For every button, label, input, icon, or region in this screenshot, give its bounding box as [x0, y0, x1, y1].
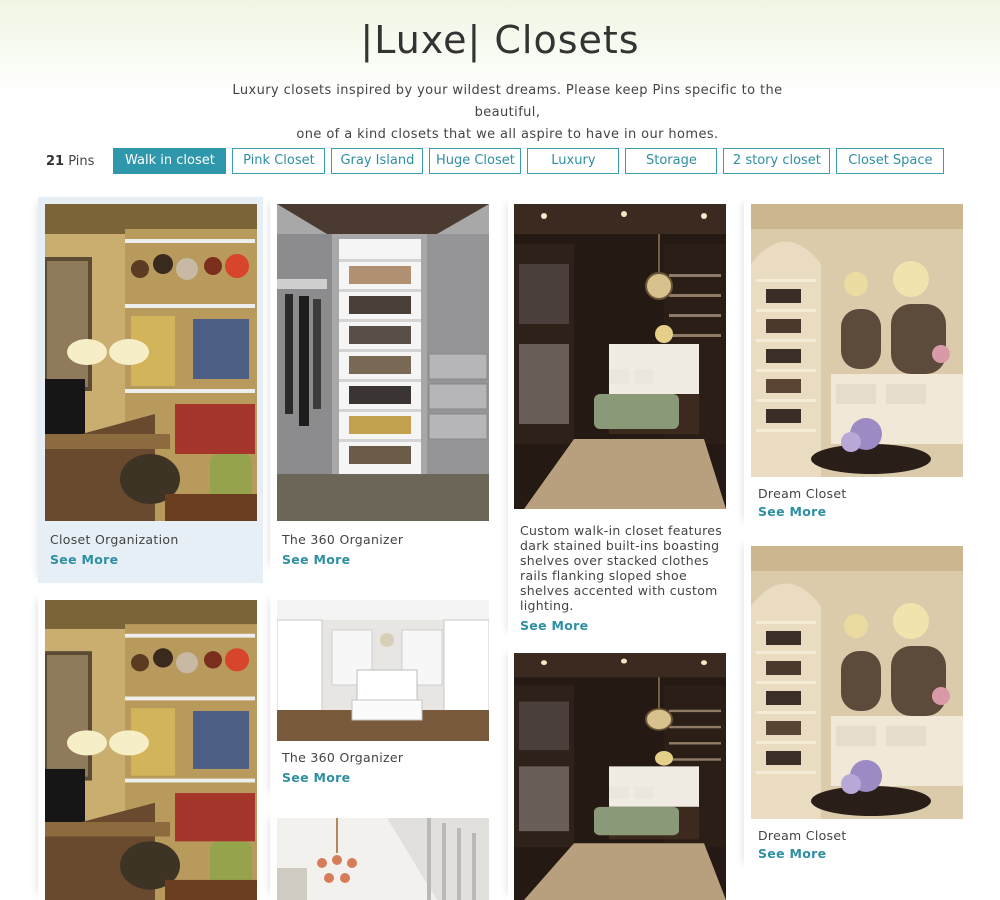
pin-caption: The 360 Organizer — [282, 750, 404, 765]
filter-chip-luxury[interactable]: Luxury — [527, 148, 620, 174]
pin-image-rotating-shoe-tower[interactable] — [277, 204, 489, 521]
pin-image-dark-walk-in-closet[interactable] — [514, 653, 726, 900]
pin-image-reach-in-closet[interactable] — [45, 204, 257, 521]
filter-chip-huge-closet[interactable]: Huge Closet — [429, 148, 522, 174]
board-title: |Luxe| Closets — [360, 18, 640, 62]
filter-chip-storage[interactable]: Storage — [625, 148, 718, 174]
filter-chip-pink-closet[interactable]: Pink Closet — [232, 148, 326, 174]
filter-bar: 21 Pins Walk in closet Pink Closet Gray … — [46, 148, 950, 174]
pin-caption: Closet Organization — [50, 532, 179, 547]
pin-card[interactable]: Dream Closet See More — [744, 197, 969, 527]
pin-card[interactable] — [508, 647, 733, 900]
board-page: |Luxe| Closets Luxury closets inspired b… — [0, 0, 1000, 900]
see-more-link[interactable]: See More — [758, 504, 826, 519]
pin-card[interactable]: Closet Organization See More — [38, 197, 263, 583]
filter-chip-2-story-closet[interactable]: 2 story closet — [723, 148, 831, 174]
pin-count: 21 Pins — [46, 154, 94, 169]
pin-card[interactable]: Custom walk-in closet features dark stai… — [508, 197, 733, 637]
pin-caption: The 360 Organizer — [282, 532, 404, 547]
pin-count-label: Pins — [68, 153, 95, 169]
pin-image-ornate-dream-closet[interactable] — [751, 546, 963, 819]
pin-image-ornate-dream-closet[interactable] — [751, 204, 963, 477]
pin-card[interactable] — [38, 594, 263, 900]
pin-image-chandelier-closet[interactable] — [277, 818, 489, 900]
pin-card[interactable]: The 360 Organizer See More — [270, 593, 495, 798]
board-description-line-1: Luxury closets inspired by your wildest … — [232, 83, 783, 120]
filter-chip-gray-island[interactable]: Gray Island — [331, 148, 424, 174]
pin-caption: Custom walk-in closet features dark stai… — [520, 523, 723, 613]
pin-count-number: 21 — [46, 153, 65, 169]
see-more-link[interactable]: See More — [282, 552, 350, 567]
see-more-link[interactable]: See More — [520, 618, 588, 633]
filter-chip-walk-in-closet[interactable]: Walk in closet — [113, 148, 227, 174]
see-more-link[interactable]: See More — [758, 846, 826, 861]
pin-card[interactable] — [270, 812, 495, 900]
pin-card[interactable]: Dream Closet See More — [744, 539, 969, 869]
pin-image-reach-in-closet[interactable] — [45, 600, 257, 900]
pin-caption: Dream Closet — [758, 828, 847, 843]
pin-caption: Dream Closet — [758, 486, 847, 501]
board-description-line-2: one of a kind closets that we all aspire… — [296, 127, 719, 142]
board-description: Luxury closets inspired by your wildest … — [200, 80, 815, 146]
pin-image-white-walk-in-closet[interactable] — [277, 600, 489, 741]
pin-card[interactable]: The 360 Organizer See More — [270, 197, 495, 572]
filter-chip-closet-space[interactable]: Closet Space — [836, 148, 945, 174]
see-more-link[interactable]: See More — [50, 552, 118, 567]
see-more-link[interactable]: See More — [282, 770, 350, 785]
pin-image-dark-walk-in-closet[interactable] — [514, 204, 726, 509]
